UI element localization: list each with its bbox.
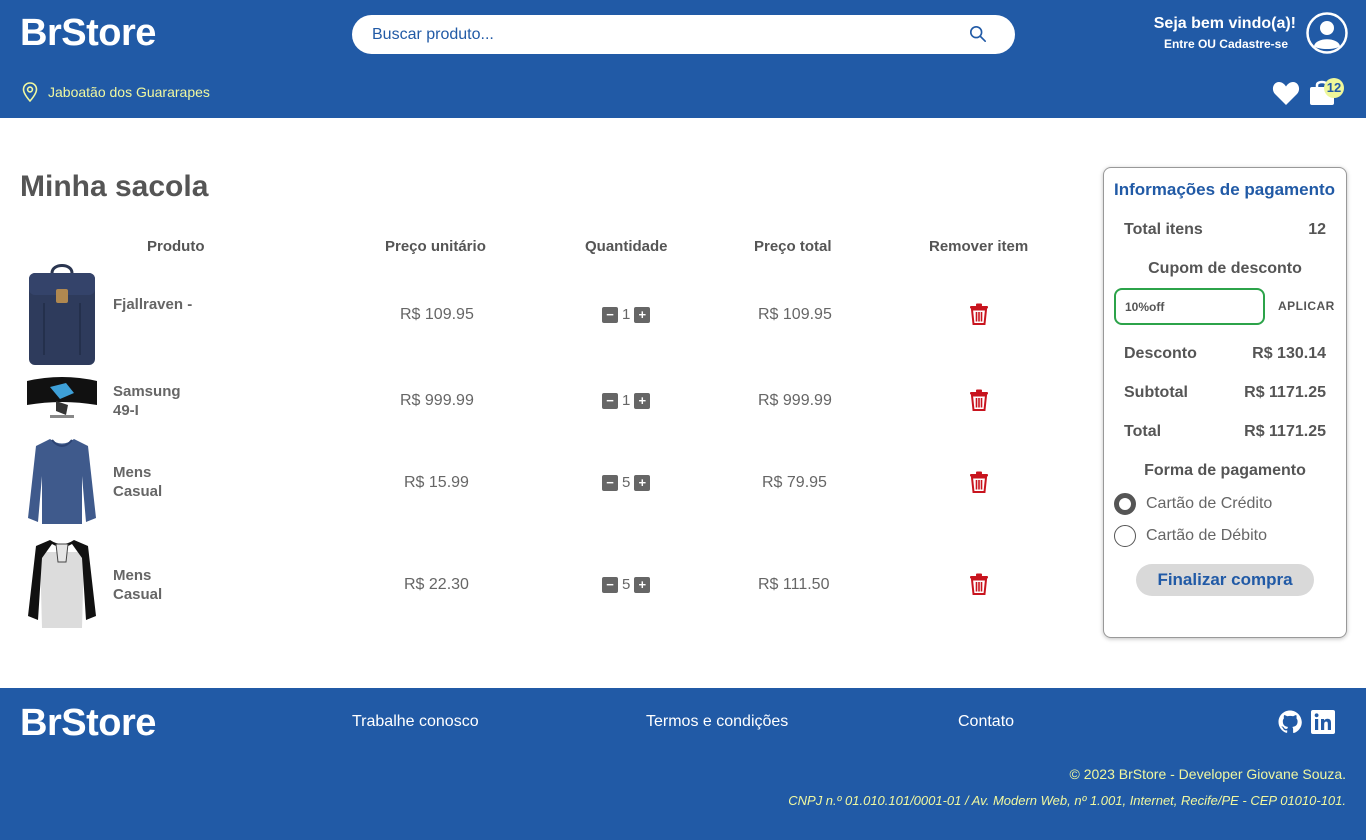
discount-row: Desconto R$ 130.14: [1124, 345, 1326, 363]
decrease-quantity-button[interactable]: −: [602, 474, 618, 491]
unit-price: R$ 15.99: [404, 474, 469, 491]
payment-method-label: Forma de pagamento: [1144, 462, 1306, 479]
subtotal-row: Subtotal R$ 1171.25: [1124, 384, 1326, 402]
increase-quantity-button[interactable]: +: [634, 306, 651, 323]
linkedin-icon[interactable]: [1311, 710, 1335, 734]
heart-icon[interactable]: [1272, 80, 1300, 106]
radio-debit-card-label: Cartão de Débito: [1146, 527, 1267, 544]
column-header-remove: Remover item: [929, 238, 1029, 255]
column-header-unit-price: Preço unitário: [385, 238, 486, 255]
search-icon[interactable]: [969, 25, 987, 43]
quantity-value: 1: [622, 392, 631, 409]
table-row: Samsung 49-I R$ 999.99 − 1 + R$ 999.99: [0, 370, 1090, 432]
unit-price: R$ 999.99: [400, 392, 474, 409]
product-name: Mens Casual: [113, 464, 163, 500]
radio-credit-card[interactable]: Cartão de Crédito: [1114, 493, 1272, 515]
total-items-row: Total itens 12: [1124, 221, 1326, 239]
unit-price: R$ 109.95: [400, 306, 474, 323]
search-input[interactable]: [372, 15, 952, 54]
increase-quantity-button[interactable]: +: [634, 576, 651, 593]
increase-quantity-button[interactable]: +: [634, 392, 651, 409]
total-row: Total R$ 1171.25: [1124, 423, 1326, 441]
product-image-blue-shirt: [28, 439, 96, 524]
quantity-stepper: − 1 +: [602, 392, 651, 409]
product-image-monitor: [27, 377, 97, 418]
coupon-input[interactable]: [1114, 288, 1265, 325]
total-price: R$ 999.99: [758, 392, 832, 409]
location-text: Jaboatão dos Guararapes: [48, 84, 210, 100]
footer-logo[interactable]: BrStore: [20, 702, 156, 745]
quantity-stepper: − 5 +: [602, 576, 651, 593]
table-row: Mens Casual R$ 15.99 − 5 + R$ 79.95: [0, 436, 1090, 528]
apply-coupon-button[interactable]: APLICAR: [1278, 299, 1335, 313]
radio-selected-icon: [1114, 493, 1136, 515]
payment-title: Informações de pagamento: [1114, 180, 1336, 199]
quantity-value: 5: [622, 474, 631, 491]
total-price: R$ 111.50: [758, 576, 830, 593]
product-name: Fjallraven -: [113, 296, 193, 313]
product-name: Mens Casual: [113, 567, 163, 603]
search-bar: [352, 15, 1015, 54]
radio-debit-card[interactable]: Cartão de Débito: [1114, 525, 1267, 547]
unit-price: R$ 22.30: [404, 576, 469, 593]
total-price: R$ 79.95: [762, 474, 827, 491]
total-items-label: Total itens: [1124, 221, 1203, 238]
location[interactable]: Jaboatão dos Guararapes: [22, 82, 210, 102]
quantity-value: 1: [622, 306, 631, 323]
table-row: Fjallraven - R$ 109.95 − 1 + R$ 109.95: [0, 262, 1090, 366]
trash-icon[interactable]: [969, 389, 989, 411]
copyright: © 2023 BrStore - Developer Giovane Souza…: [1069, 766, 1346, 782]
radio-credit-card-label: Cartão de Crédito: [1146, 495, 1273, 512]
quantity-value: 5: [622, 576, 631, 593]
total-price: R$ 109.95: [758, 306, 832, 323]
decrease-quantity-button[interactable]: −: [602, 576, 618, 593]
quantity-stepper: − 5 +: [602, 474, 651, 491]
product-image-raglan-shirt: [28, 540, 96, 628]
logo[interactable]: BrStore: [20, 12, 156, 55]
column-header-total-price: Preço total: [754, 238, 832, 255]
footer-link-terms[interactable]: Termos e condições: [646, 713, 788, 731]
discount-label: Desconto: [1124, 345, 1197, 362]
decrease-quantity-button[interactable]: −: [602, 392, 618, 409]
welcome-block: Seja bem vindo(a)! Entre OU Cadastre-se: [1154, 15, 1296, 51]
login-link[interactable]: Entre OU Cadastre-se: [1154, 37, 1288, 51]
footer: BrStore Trabalhe conosco Termos e condiç…: [0, 688, 1366, 840]
quantity-stepper: − 1 +: [602, 306, 651, 323]
subtotal-label: Subtotal: [1124, 384, 1188, 401]
table-row: Mens Casual R$ 22.30 − 5 + R$ 111.50: [0, 536, 1090, 634]
location-pin-icon: [22, 82, 38, 102]
increase-quantity-button[interactable]: +: [634, 474, 651, 491]
discount-value: R$ 130.14: [1252, 345, 1326, 362]
footer-link-contact[interactable]: Contato: [958, 713, 1014, 731]
welcome-text: Seja bem vindo(a)!: [1153, 15, 1296, 32]
cart-count-badge: 12: [1324, 78, 1344, 98]
trash-icon[interactable]: [969, 303, 989, 325]
decrease-quantity-button[interactable]: −: [602, 306, 618, 323]
coupon-label: Cupom de desconto: [1148, 260, 1302, 277]
finish-purchase-button[interactable]: Finalizar compra: [1136, 564, 1314, 596]
header: BrStore Seja bem vindo(a)! Entre OU Cada…: [0, 0, 1366, 118]
payment-info-card: Informações de pagamento Total itens 12 …: [1103, 167, 1347, 638]
footer-link-careers[interactable]: Trabalhe conosco: [352, 713, 479, 731]
github-icon[interactable]: [1278, 710, 1302, 734]
total-items-value: 12: [1308, 221, 1326, 238]
radio-unselected-icon: [1114, 525, 1136, 547]
page-title: Minha sacola: [20, 170, 209, 203]
trash-icon[interactable]: [969, 573, 989, 595]
trash-icon[interactable]: [969, 471, 989, 493]
product-image-backpack: [29, 264, 95, 365]
subtotal-value: R$ 1171.25: [1244, 384, 1326, 401]
company-info: CNPJ n.º 01.010.101/0001-01 / Av. Modern…: [788, 793, 1346, 808]
total-value: R$ 1171.25: [1244, 423, 1326, 440]
user-avatar-icon[interactable]: [1306, 12, 1348, 54]
total-label: Total: [1124, 423, 1162, 440]
column-header-product: Produto: [147, 238, 205, 255]
product-name: Samsung 49-I: [113, 383, 181, 419]
column-header-quantity: Quantidade: [585, 238, 668, 255]
